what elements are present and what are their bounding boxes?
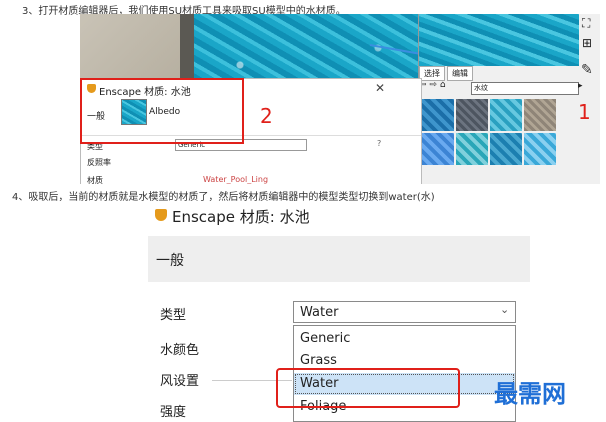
callout-number-2: 2 [260,104,273,128]
tab-edit[interactable]: 编辑 [447,66,473,81]
albedo-section-label: 反照率 [87,158,111,167]
swatch[interactable] [490,99,522,131]
wind-settings-label: 风设置 [160,374,200,389]
wall-surface [80,14,190,84]
swatch[interactable] [422,99,454,131]
material-preview [419,14,579,66]
callout-box-2 [80,78,244,144]
type-label: 类型 [160,308,187,323]
option-generic[interactable]: Generic [294,328,515,350]
create-material-icon[interactable]: ⊞ [582,36,592,50]
material-swatches [421,98,571,166]
type-select[interactable]: Water [293,301,516,323]
wall-edge [180,14,194,84]
dialog-title: Enscape 材质: 水池 [172,208,310,226]
chevron-down-icon[interactable]: ⌄ [500,303,509,316]
panel-tabs: 选择 编辑 [419,66,600,81]
details-icon[interactable]: ▸ [578,81,583,91]
eyedropper-icon[interactable]: ✎ [581,62,593,78]
strength-label: 强度 [160,405,187,420]
swatch[interactable] [422,133,454,165]
watermark: 最需网 [494,379,566,408]
library-select[interactable]: 水纹 [471,82,579,95]
tab-select[interactable]: 选择 [419,66,445,81]
step4-caption: 4、吸取后，当前的材质就是水模型的材质了，然后将材质编辑器中的模型类型切换到wa… [12,192,435,203]
swatch[interactable] [456,99,488,131]
help-icon[interactable]: ? [377,139,381,148]
swatch[interactable] [524,133,556,165]
enscape-logo-icon [155,209,167,221]
callout-box-water [276,368,460,408]
tab-bar [148,236,530,282]
su-materials-panel: ⛶ ⊞ 选择 编辑 ⇦ ⇨ ⌂ 水纹 ▸ ✎ [418,14,600,184]
tab-general[interactable]: 一般 [156,250,184,270]
close-icon[interactable]: ✕ [375,81,385,95]
texture-link[interactable]: Water_Pool_Ling [203,175,268,184]
su-screenshot: ⛶ ⊞ 选择 编辑 ⇦ ⇨ ⌂ 水纹 ▸ ✎ Enscape 材质: 水池 ✕ 一… [80,14,600,184]
callout-number-1: 1 [578,100,591,124]
water-color-label: 水颜色 [160,343,200,358]
home-icon[interactable]: ⌂ [440,80,446,90]
swatch[interactable] [524,99,556,131]
forward-icon[interactable]: ⇨ [429,80,437,90]
swatch[interactable] [490,133,522,165]
paint-bucket-icon[interactable]: ⛶ [582,16,590,31]
swatch[interactable] [456,133,488,165]
texture-label: 材质 [87,176,103,184]
